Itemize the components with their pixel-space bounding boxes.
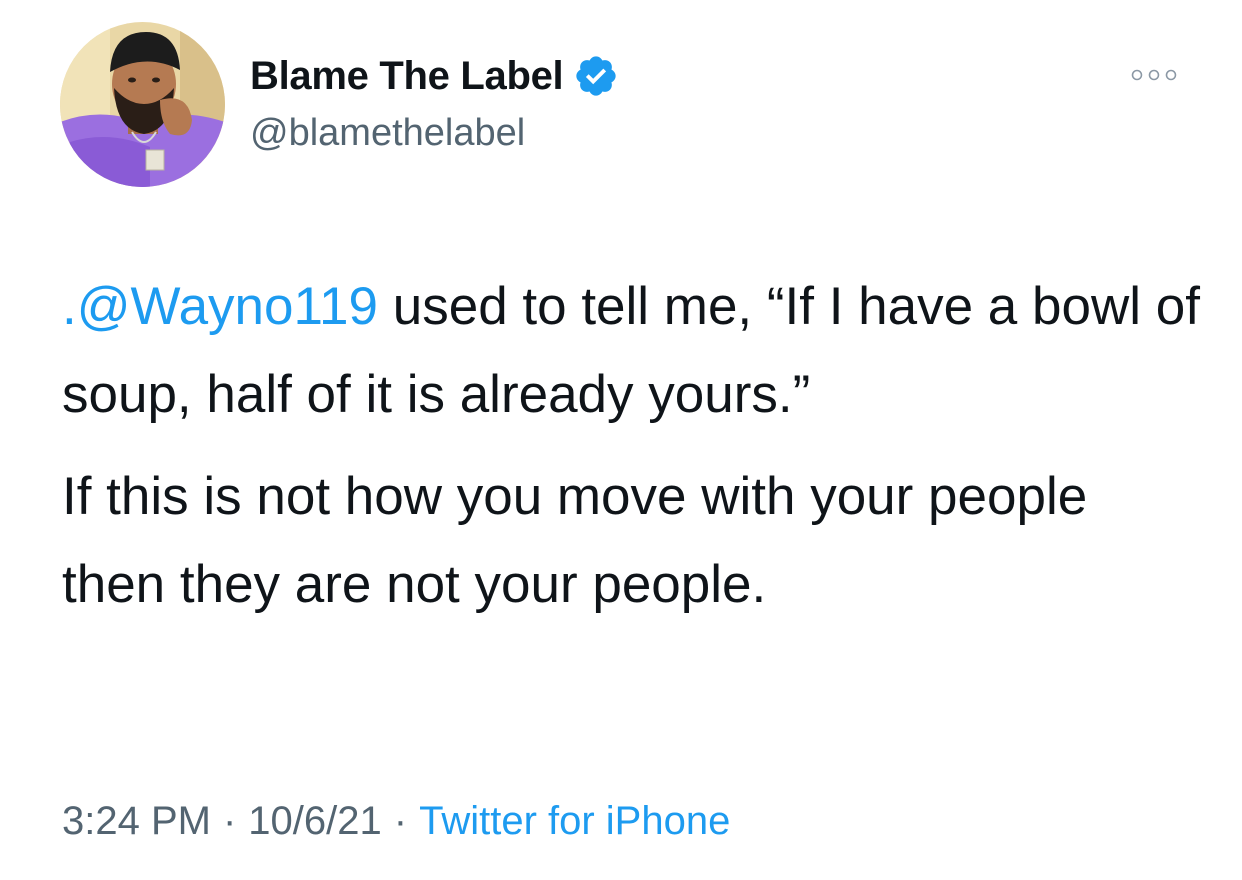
author-display-name[interactable]: Blame The Label [250,50,564,102]
tweet-source-link[interactable]: Twitter for iPhone [419,799,730,843]
tweet-paragraph-1: .@Wayno119 used to tell me, “If I have a… [62,263,1202,439]
ellipsis-icon [1131,69,1177,81]
tweet-date[interactable]: 10/6/21 [248,799,381,843]
tweet-meta: 3:24 PM · 10/6/21 · Twitter for iPhone [62,795,730,847]
mention-link[interactable]: .@Wayno119 [62,277,378,336]
more-options-button[interactable] [1128,60,1180,90]
tweet-body: .@Wayno119 used to tell me, “If I have a… [62,263,1202,629]
meta-separator: · [222,799,237,843]
tweet-paragraph-2: If this is not how you move with your pe… [62,467,1088,614]
tweet-time[interactable]: 3:24 PM [62,799,211,843]
meta-separator: · [393,799,408,843]
author-name-row: Blame The Label [250,50,619,102]
verified-badge-icon [573,53,619,99]
author-avatar[interactable] [60,22,225,187]
author-handle[interactable]: @blamethelabel [250,109,525,157]
avatar-image [60,22,225,187]
